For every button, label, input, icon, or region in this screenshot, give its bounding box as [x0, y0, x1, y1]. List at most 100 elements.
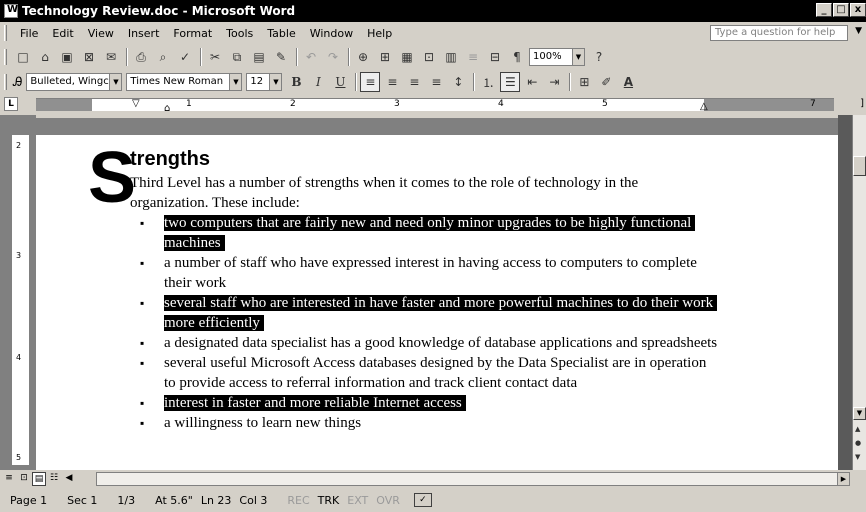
zoom-select[interactable]: 100% ▼ [529, 48, 585, 66]
drawing-icon[interactable]: ≡ [463, 47, 483, 67]
borders-icon[interactable]: ⊞ [574, 72, 594, 92]
ruler-end-marker: ] [860, 98, 864, 109]
right-indent-marker[interactable]: △ [700, 101, 708, 112]
help-dropdown-icon[interactable]: ▼ [855, 26, 862, 36]
menu-file[interactable]: File [13, 27, 45, 40]
vertical-scroll-thumb[interactable] [853, 156, 866, 176]
ruler-number: 7 [810, 99, 816, 109]
vertical-scrollbar[interactable]: ▼ ▲ ● ▼ [852, 115, 866, 470]
document-map-icon[interactable]: ⊟ [485, 47, 505, 67]
standard-toolbar: □ ⌂ ▣ ⊠ ✉ ⎙ ⌕ ✓ ✂ ⧉ ▤ ✎ ↶ ↷ ⊕ ⊞ ▦ ⊡ ▥ ≡ … [0, 45, 866, 69]
font-size-dropdown-icon[interactable]: ▼ [269, 74, 282, 90]
web-layout-icon[interactable]: ⊡ [17, 472, 31, 486]
document-page[interactable]: S trengths Third Level has a number of s… [36, 135, 838, 470]
print-layout-icon[interactable]: ▤ [32, 472, 46, 486]
decrease-indent-icon[interactable]: ⇤ [522, 72, 542, 92]
insert-excel-icon[interactable]: ⊡ [419, 47, 439, 67]
horizontal-scrollbar[interactable]: ▶ [96, 472, 850, 486]
menu-format[interactable]: Format [166, 27, 219, 40]
outline-view-icon[interactable]: ☷ [47, 472, 61, 486]
select-browse-object-icon[interactable]: ● [855, 439, 861, 447]
word-app-icon[interactable] [4, 4, 18, 18]
menu-insert[interactable]: Insert [121, 27, 167, 40]
show-hide-icon[interactable]: ¶ [507, 47, 527, 67]
justify-icon[interactable]: ≡ [426, 72, 446, 92]
scroll-left-icon[interactable]: ◀ [62, 472, 76, 486]
spelling-icon[interactable]: ✓ [175, 47, 195, 67]
help-search-input[interactable]: Type a question for help [710, 25, 848, 41]
toolbar-grip[interactable] [4, 49, 7, 65]
status-ovr[interactable]: OVR [376, 494, 400, 507]
email-icon[interactable]: ✉ [101, 47, 121, 67]
close-button[interactable]: x [850, 3, 866, 17]
paste-icon[interactable]: ▤ [249, 47, 269, 67]
menu-tools[interactable]: Tools [219, 27, 260, 40]
bullets-icon[interactable]: ☰ [500, 72, 521, 92]
styles-icon[interactable]: Ꭿ [13, 75, 22, 90]
first-line-indent-marker[interactable]: ▽ [132, 98, 140, 109]
hanging-indent-marker[interactable]: ⌂ [164, 103, 170, 114]
insert-table-icon[interactable]: ▦ [397, 47, 417, 67]
font-size-select[interactable]: 12 ▼ [246, 73, 283, 91]
menu-view[interactable]: View [81, 27, 121, 40]
copy-icon[interactable]: ⧉ [227, 47, 247, 67]
status-ext[interactable]: EXT [347, 494, 368, 507]
tab-selector[interactable]: L [4, 97, 18, 111]
align-left-icon[interactable]: ≡ [360, 72, 381, 92]
italic-button[interactable]: I [308, 72, 328, 92]
status-trk[interactable]: TRK [318, 494, 340, 507]
format-painter-icon[interactable]: ✎ [271, 47, 291, 67]
open-folder-icon[interactable]: ⌂ [35, 47, 55, 67]
align-right-icon[interactable]: ≡ [404, 72, 424, 92]
menubar-grip[interactable] [4, 25, 7, 41]
line-spacing-icon[interactable]: ↕ [448, 72, 468, 92]
previous-page-icon[interactable]: ▲ [855, 425, 860, 433]
maximize-button[interactable]: □ [833, 3, 849, 17]
menu-edit[interactable]: Edit [45, 27, 80, 40]
vruler-number: 3 [16, 251, 22, 260]
style-dropdown-icon[interactable]: ▼ [109, 74, 122, 90]
zoom-dropdown-icon[interactable]: ▼ [572, 49, 584, 65]
increase-indent-icon[interactable]: ⇥ [544, 72, 564, 92]
print-icon[interactable]: ⎙ [131, 47, 151, 67]
underline-button[interactable]: U [330, 72, 350, 92]
font-dropdown-icon[interactable]: ▼ [229, 74, 242, 90]
next-page-icon[interactable]: ▼ [855, 453, 860, 461]
permission-icon[interactable]: ⊠ [79, 47, 99, 67]
menu-window[interactable]: Window [303, 27, 360, 40]
hyperlink-icon[interactable]: ⊕ [353, 47, 373, 67]
status-rec[interactable]: REC [287, 494, 309, 507]
style-select[interactable]: Bulleted, Wingc ▼ [26, 73, 123, 91]
font-color-icon[interactable]: A [618, 72, 638, 92]
bullet-text: several staff who are interested in have… [164, 295, 718, 331]
ruler-track[interactable]: ▽ ⌂ 1 2 3 4 5 △ 7 [36, 98, 834, 114]
cut-icon[interactable]: ✂ [205, 47, 225, 67]
scroll-down-icon[interactable]: ▼ [853, 407, 866, 420]
toolbar-grip[interactable] [4, 74, 7, 90]
list-item: interest in faster and more reliable Int… [140, 393, 720, 413]
status-page-count: 1/3 [117, 493, 136, 507]
toolbar-separator [200, 48, 202, 66]
tables-borders-icon[interactable]: ⊞ [375, 47, 395, 67]
normal-view-icon[interactable]: ≡ [2, 472, 16, 486]
vertical-ruler[interactable]: 2 3 4 5 [12, 135, 30, 465]
columns-icon[interactable]: ▥ [441, 47, 461, 67]
new-document-icon[interactable]: □ [13, 47, 33, 67]
toolbar-separator [348, 48, 350, 66]
align-center-icon[interactable]: ≡ [382, 72, 402, 92]
font-select[interactable]: Times New Roman ▼ [126, 73, 243, 91]
print-preview-icon[interactable]: ⌕ [153, 47, 173, 67]
scroll-right-icon[interactable]: ▶ [837, 473, 849, 485]
help-icon[interactable]: ? [589, 47, 609, 67]
save-icon[interactable]: ▣ [57, 47, 77, 67]
spelling-status-icon[interactable]: ✓ [413, 493, 432, 507]
bold-button[interactable]: B [286, 72, 306, 92]
menu-table[interactable]: Table [260, 27, 302, 40]
undo-icon[interactable]: ↶ [301, 47, 321, 67]
minimize-button[interactable]: _ [816, 3, 832, 17]
menu-help[interactable]: Help [360, 27, 399, 40]
redo-icon[interactable]: ↷ [323, 47, 343, 67]
numbering-icon[interactable]: ⒈ [478, 72, 498, 92]
horizontal-ruler[interactable]: L ▽ ⌂ 1 2 3 4 5 △ 7 ] [0, 95, 866, 115]
highlight-icon[interactable]: ✐ [596, 72, 616, 92]
